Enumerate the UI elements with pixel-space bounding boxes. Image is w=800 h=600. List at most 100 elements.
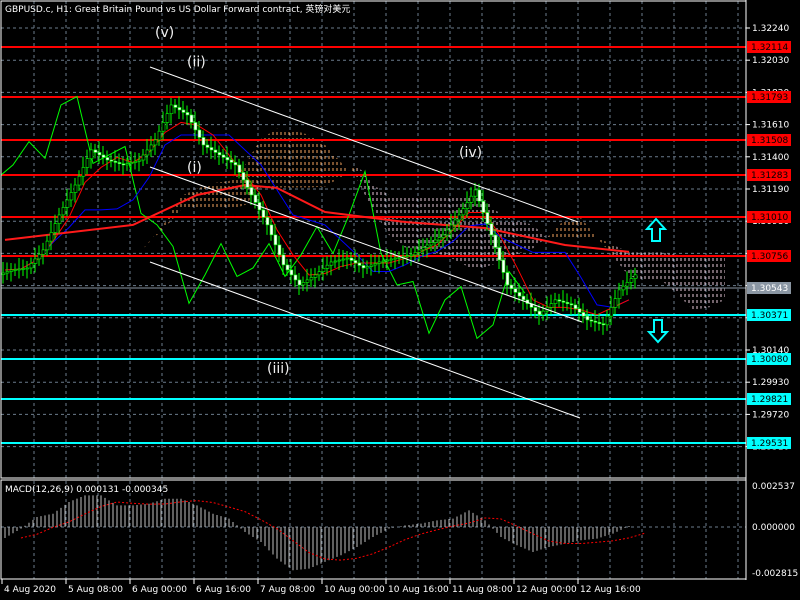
candle-body — [365, 266, 370, 269]
candle-body — [501, 259, 506, 273]
cloud-segment — [693, 257, 709, 310]
candle-body — [269, 224, 274, 236]
candle-body — [329, 261, 334, 266]
candle-body — [57, 214, 62, 224]
candle-body — [73, 184, 78, 193]
candle-body — [237, 164, 242, 173]
candle-body — [505, 272, 510, 286]
candle-body — [593, 320, 598, 323]
candle-body — [241, 172, 246, 181]
candle-body — [21, 268, 26, 270]
candle-body — [33, 258, 38, 264]
candle-body — [185, 112, 190, 116]
candle-body — [169, 104, 174, 115]
candle-body — [97, 152, 102, 156]
candle-body — [425, 244, 430, 248]
candle-body — [249, 187, 254, 196]
candle-body — [89, 149, 94, 159]
candle-body — [101, 154, 106, 158]
time-label: 12 Aug 16:00 — [580, 585, 641, 595]
wave-label[interactable]: (iii) — [267, 361, 290, 377]
candle-body — [161, 122, 166, 132]
candle-body — [485, 212, 490, 225]
candle-body — [585, 315, 590, 321]
candle-body — [313, 274, 318, 278]
wave-label[interactable]: (v) — [155, 25, 174, 41]
macd-label: MACD(12,26,9) 0.000131 -0.000345 — [5, 485, 168, 495]
candle-body — [109, 159, 114, 162]
candle-body — [181, 109, 186, 113]
candle-body — [537, 310, 542, 316]
candle-body — [569, 303, 574, 306]
price-tick-label: 1.31400 — [752, 153, 789, 163]
wave-label[interactable]: (i) — [187, 160, 202, 176]
level-price-label: 1.30756 — [751, 252, 788, 262]
candle-body — [477, 189, 482, 202]
candle-body — [449, 224, 454, 231]
candle-body — [229, 159, 234, 163]
time-label: 4 Aug 2020 — [4, 585, 56, 595]
candle-body — [1, 272, 6, 275]
candle-body — [105, 157, 110, 161]
candle-body — [353, 260, 358, 264]
candle-body — [45, 240, 50, 251]
candle-body — [369, 264, 374, 267]
candle-body — [565, 302, 570, 304]
candle-body — [633, 274, 638, 279]
candle-body — [49, 232, 54, 242]
candle-body — [465, 202, 470, 209]
candle-body — [629, 278, 634, 283]
candle-body — [553, 299, 558, 304]
price-tick-label: 1.32030 — [752, 56, 789, 66]
time-label: 6 Aug 16:00 — [196, 585, 251, 595]
candle-body — [225, 157, 230, 161]
wave-label[interactable]: (iv) — [459, 145, 482, 161]
level-price-label: 1.31283 — [751, 171, 788, 181]
time-label: 11 Aug 08:00 — [452, 585, 513, 595]
candle-body — [309, 277, 314, 281]
wave-label[interactable]: (ii) — [187, 54, 206, 70]
candle-body — [469, 195, 474, 203]
candle-body — [37, 254, 42, 260]
candle-body — [13, 269, 18, 271]
level-price-label: 1.32114 — [751, 43, 788, 53]
candle-body — [581, 312, 586, 317]
candle-body — [605, 315, 610, 326]
candle-body — [517, 292, 522, 297]
candle-body — [557, 299, 562, 302]
candle-body — [489, 223, 494, 236]
candle-body — [277, 244, 282, 256]
candle-body — [261, 209, 266, 218]
candle-body — [577, 308, 582, 313]
background — [0, 0, 800, 600]
price-tick-label: 1.29930 — [752, 378, 789, 388]
candle-body — [165, 113, 170, 123]
candle-body — [201, 137, 206, 146]
candle-body — [461, 208, 466, 216]
candle-body — [573, 304, 578, 309]
candle-body — [141, 154, 146, 161]
candle-body — [509, 284, 514, 289]
candle-body — [17, 268, 22, 271]
candle-body — [85, 158, 90, 168]
candle-body — [177, 107, 182, 111]
candle-body — [361, 265, 366, 269]
candle-body — [41, 249, 46, 255]
candle-body — [281, 254, 286, 266]
candle-body — [521, 295, 526, 301]
candle-body — [273, 234, 278, 246]
candle-body — [205, 144, 210, 148]
level-price-label: 1.30543 — [751, 284, 788, 294]
trading-chart[interactable]: (v) (ii) (i) (iii) (iv) GBPUSD.c, H1: Great … — [0, 0, 800, 600]
candle-body — [617, 289, 622, 299]
price-tick-label: 1.31610 — [752, 121, 789, 131]
price-tick-label: 1.32240 — [752, 24, 789, 34]
candle-body — [345, 257, 350, 260]
candle-body — [149, 144, 154, 151]
candle-body — [61, 207, 66, 216]
level-price-label: 1.31508 — [751, 136, 788, 146]
candle-body — [5, 271, 10, 274]
candle-body — [209, 147, 214, 151]
chart-title: GBPUSD.c, H1: Great Britain Pound vs US … — [5, 3, 350, 15]
candle-body — [437, 237, 442, 241]
